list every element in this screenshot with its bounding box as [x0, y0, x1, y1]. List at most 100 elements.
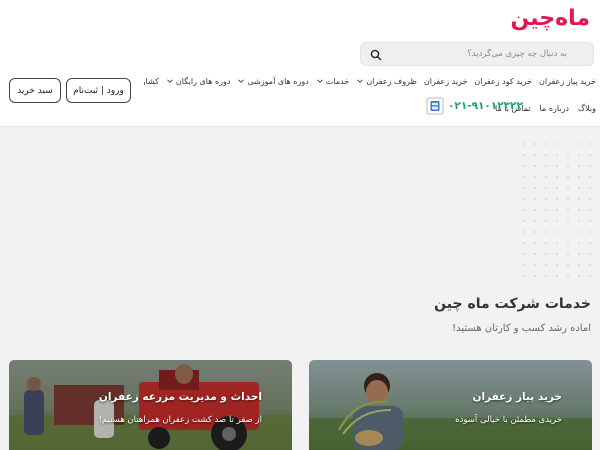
decor-dot	[556, 176, 558, 178]
decor-dot	[534, 176, 536, 178]
decor-dot	[534, 165, 536, 167]
decor-dot	[534, 143, 536, 145]
decor-dot	[534, 231, 536, 233]
decor-dot	[545, 264, 547, 266]
decor-dot	[578, 176, 580, 178]
decor-dot	[567, 220, 569, 222]
decor-dot	[556, 187, 558, 189]
decor-dot	[578, 275, 580, 277]
decor-dot	[589, 154, 591, 156]
search-icon[interactable]	[369, 48, 383, 62]
decor-dot	[567, 253, 569, 255]
nav-item-about[interactable]: درباره ما	[540, 104, 569, 113]
decor-dot	[556, 220, 558, 222]
decor-dot	[578, 209, 580, 211]
decor-dot	[523, 154, 525, 156]
decor-dot	[578, 264, 580, 266]
section-title: خدمات شرکت ماه چین	[434, 296, 591, 312]
decor-dot	[589, 264, 591, 266]
search-bar[interactable]	[360, 42, 594, 66]
decor-dot	[567, 176, 569, 178]
nav-item-label: خدمات	[325, 76, 350, 86]
decorative-dots	[523, 143, 591, 277]
nav-item-services[interactable]: خدمات	[316, 77, 349, 86]
nav-item-label: کشاورزان	[144, 76, 159, 86]
decor-dot	[523, 231, 525, 233]
nav-item-label: خرید پیاز زعفران	[538, 76, 596, 86]
decor-dot	[534, 220, 536, 222]
decor-dot	[545, 220, 547, 222]
chevron-down-icon	[357, 79, 364, 83]
cart-button[interactable]: سبد خرید	[9, 78, 61, 103]
decor-dot	[589, 143, 591, 145]
site-header: ماه‌چین خرید پیاز زعفران خرید کود زعفران…	[0, 0, 600, 127]
phone-number: ۰۲۱-۹۱۰۱۲۳۲۲	[448, 100, 523, 112]
chevron-down-icon	[167, 79, 173, 83]
decor-dot	[556, 209, 558, 211]
decor-dot	[523, 165, 525, 167]
decor-dot	[578, 198, 580, 200]
decor-dot	[567, 209, 569, 211]
decor-dot	[589, 242, 591, 244]
decor-dot	[589, 231, 591, 233]
chevron-down-icon	[316, 79, 323, 83]
nav-item-label: دوره های آموزشی	[247, 76, 309, 86]
decor-dot	[589, 220, 591, 222]
nav-item-label: دوره های رایگان	[175, 76, 231, 86]
decor-dot	[534, 242, 536, 244]
nav-item-label: ظروف زعفران	[366, 76, 417, 86]
phone-icon	[426, 97, 444, 115]
decor-dot	[578, 187, 580, 189]
card-photo-tractor-farm	[9, 360, 292, 450]
decor-dot	[567, 242, 569, 244]
decor-dot	[545, 242, 547, 244]
decor-dot	[534, 253, 536, 255]
decor-dot	[578, 231, 580, 233]
card-title: احداث و مدیریت مزرعه زعفران	[98, 391, 262, 403]
chevron-down-icon	[238, 79, 245, 83]
decor-dot	[523, 176, 525, 178]
decor-dot	[523, 275, 525, 277]
decor-dot	[589, 253, 591, 255]
card-subtitle: خریدی مطمئن با خیالی آسوده	[455, 415, 562, 425]
decor-dot	[567, 275, 569, 277]
nav-item-saffron-bulb[interactable]: خرید پیاز زعفران	[539, 77, 596, 86]
phone-contact[interactable]: ۰۲۱-۹۱۰۱۲۳۲۲	[426, 97, 522, 115]
decor-dot	[523, 198, 525, 200]
brand-logo[interactable]: ماه‌چین	[510, 6, 591, 31]
decor-dot	[556, 242, 558, 244]
nav-item-courses[interactable]: دوره های آموزشی	[237, 76, 309, 86]
search-input[interactable]	[367, 46, 567, 62]
decor-dot	[589, 176, 591, 178]
decor-dot	[556, 143, 558, 145]
decor-dot	[578, 253, 580, 255]
decor-dot	[567, 231, 569, 233]
nav-item-farmers[interactable]: کشاورزان	[144, 77, 159, 86]
decor-dot	[556, 154, 558, 156]
nav-item-free-courses[interactable]: دوره های رایگان	[166, 76, 231, 86]
decor-dot	[545, 176, 547, 178]
nav-item-label: خرید کود زعفران	[474, 76, 532, 86]
decor-dot	[556, 253, 558, 255]
decor-dot	[534, 275, 536, 277]
nav-item-saffron-containers[interactable]: ظروف زعفران	[356, 77, 417, 86]
decor-dot	[545, 253, 547, 255]
nav-item-blog[interactable]: وبلاگ	[578, 104, 596, 113]
decor-dot	[578, 220, 580, 222]
card-title: خرید پیاز زعفران	[472, 391, 562, 403]
decor-dot	[523, 209, 525, 211]
service-card-farm-management[interactable]: احداث و مدیریت مزرعه زعفران از صفر تا صد…	[9, 360, 292, 450]
login-register-button[interactable]: ورود | ثبت‌نام	[66, 78, 131, 103]
decor-dot	[523, 242, 525, 244]
decor-dot	[578, 143, 580, 145]
nav-item-saffron-fertilizer[interactable]: خرید کود زعفران	[474, 77, 532, 86]
decor-dot	[556, 275, 558, 277]
decor-dot	[523, 143, 525, 145]
decor-dot	[589, 187, 591, 189]
nav-item-buy-saffron[interactable]: خرید زعفران	[424, 77, 468, 86]
decor-dot	[589, 275, 591, 277]
service-card-buy-bulb[interactable]: خرید پیاز زعفران خریدی مطمئن با خیالی آس…	[309, 360, 592, 450]
decor-dot	[534, 264, 536, 266]
decor-dot	[589, 198, 591, 200]
decor-dot	[523, 264, 525, 266]
